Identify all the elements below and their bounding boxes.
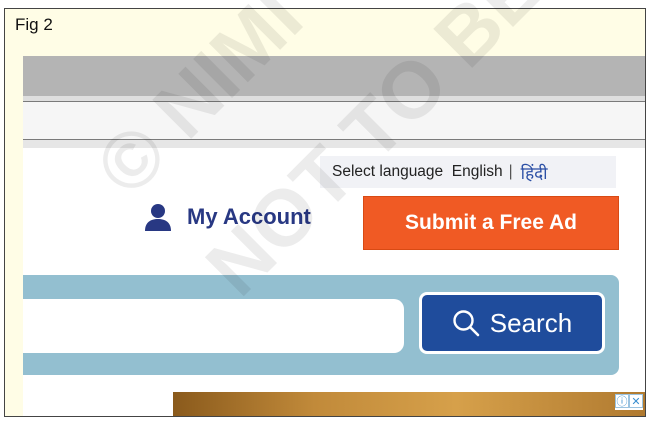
web-page: Select language English | हिंदी My Accou… (23, 148, 645, 416)
browser-toolbar (23, 56, 645, 96)
language-option-english[interactable]: English (452, 163, 503, 181)
user-icon (145, 204, 171, 231)
magnifier-icon (453, 310, 480, 337)
figure-frame: Fig 2 Select language English | हिंदी My… (4, 8, 646, 417)
search-button[interactable]: Search (419, 292, 605, 354)
submit-free-ad-button[interactable]: Submit a Free Ad (363, 196, 619, 250)
language-prompt: Select language (332, 163, 444, 180)
language-separator: | (508, 163, 513, 180)
language-selector: Select language English | हिंदी (320, 156, 616, 188)
figure-label: Fig 2 (15, 15, 53, 34)
my-account-link[interactable]: My Account (143, 202, 311, 232)
search-bar-container: Search (23, 275, 619, 375)
page-top-strip (23, 140, 645, 148)
ad-banner[interactable]: ⓘ ✕ (173, 392, 645, 416)
language-option-hindi[interactable]: हिंदी (521, 161, 548, 184)
search-input[interactable] (23, 299, 404, 353)
ad-info-icon[interactable]: ⓘ (615, 394, 629, 408)
my-account-label: My Account (187, 204, 311, 229)
address-bar[interactable] (23, 101, 645, 140)
ad-close-icon[interactable]: ✕ (629, 394, 643, 408)
website-screenshot: Select language English | हिंदी My Accou… (23, 56, 645, 416)
ad-choices: ⓘ ✕ (615, 394, 643, 410)
search-button-label: Search (489, 307, 573, 338)
